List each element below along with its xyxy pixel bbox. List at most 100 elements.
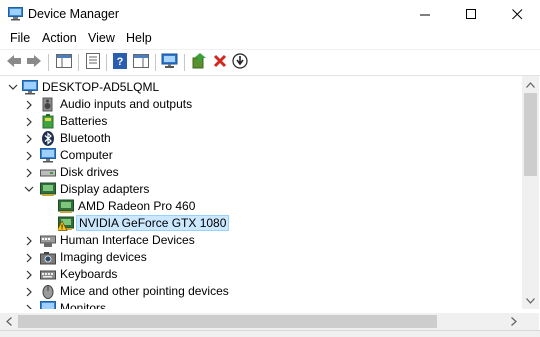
tree-item-display-adapters[interactable]: Display adapters (0, 181, 522, 198)
chevron-right-icon[interactable] (24, 234, 34, 247)
toolbar: ? (0, 49, 540, 76)
download-circle-icon (232, 52, 248, 72)
menu-file[interactable]: File (10, 31, 30, 45)
tree-item-computer[interactable]: Computer (0, 147, 522, 164)
tree-root-label: DESKTOP-AD5LQML (42, 80, 160, 94)
horizontal-scrollbar[interactable] (0, 313, 522, 330)
menu-view[interactable]: View (88, 31, 115, 45)
action-pane-icon (133, 53, 149, 71)
minimize-button[interactable] (402, 0, 448, 29)
monitor-icon (40, 301, 56, 309)
display-adapter-icon (40, 182, 56, 197)
window-title: Device Manager (28, 7, 120, 21)
maximize-button[interactable] (448, 0, 494, 29)
tree-item-mice[interactable]: Mice and other pointing devices (0, 283, 522, 300)
forward-button[interactable] (25, 53, 43, 71)
tree-item-label: Disk drives (60, 165, 119, 179)
uninstall-device-button[interactable] (211, 53, 229, 71)
hid-icon (40, 233, 56, 248)
tree-subitem-amd-radeon[interactable]: AMD Radeon Pro 460 (0, 198, 522, 215)
mouse-icon (40, 284, 56, 299)
chevron-right-icon[interactable] (24, 98, 34, 111)
computer-icon (22, 80, 38, 95)
tree-item-label: Batteries (60, 114, 108, 128)
chevron-right-icon[interactable] (24, 268, 34, 281)
tree-item-label: Computer (60, 148, 113, 162)
tree-subitem-label: NVIDIA GeForce GTX 1080 (76, 215, 230, 231)
close-button[interactable] (494, 0, 540, 29)
tree-item-label: Imaging devices (60, 250, 147, 264)
tree-item-monitors[interactable]: Monitors (0, 300, 522, 309)
scroll-right-arrow-icon[interactable] (505, 313, 522, 330)
display-adapter-warning-icon (56, 216, 74, 231)
show-hide-console-tree-button[interactable] (55, 53, 73, 71)
properties-button[interactable] (84, 52, 102, 71)
chevron-right-icon[interactable] (24, 132, 34, 145)
tree-item-batteries[interactable]: Batteries (0, 113, 522, 130)
tree-item-label: Monitors (60, 301, 107, 309)
battery-icon (40, 114, 56, 129)
scan-hardware-button[interactable] (161, 53, 179, 71)
camera-icon (40, 250, 56, 265)
back-arrow-icon (6, 54, 22, 71)
chevron-right-icon[interactable] (24, 285, 34, 298)
chevron-right-icon[interactable] (24, 149, 34, 162)
toolbar-separator (106, 54, 107, 71)
bluetooth-icon (40, 131, 56, 146)
keyboard-icon (40, 267, 56, 282)
console-tree-icon (56, 53, 72, 71)
chevron-right-icon[interactable] (24, 251, 34, 264)
tree-item-label: Human Interface Devices (60, 233, 195, 247)
scrollbar-corner (522, 313, 539, 330)
chevron-down-icon[interactable] (8, 81, 18, 94)
forward-arrow-icon (26, 54, 42, 71)
tree-item-bluetooth[interactable]: Bluetooth (0, 130, 522, 147)
scroll-down-arrow-icon[interactable] (522, 292, 539, 309)
device-tree[interactable]: DESKTOP-AD5LQML Audio inputs and outputs… (0, 76, 522, 309)
chevron-down-icon[interactable] (24, 183, 34, 196)
tree-item-label: Bluetooth (60, 131, 111, 145)
device-manager-icon (8, 7, 23, 21)
disk-drive-icon (40, 165, 56, 180)
scroll-left-arrow-icon[interactable] (0, 313, 17, 330)
tree-item-label: Display adapters (60, 182, 150, 196)
enable-device-button[interactable] (231, 52, 249, 72)
display-adapter-icon (58, 199, 74, 214)
tree-item-disk-drives[interactable]: Disk drives (0, 164, 522, 181)
tree-item-audio[interactable]: Audio inputs and outputs (0, 96, 522, 113)
tree-item-label: Keyboards (60, 267, 118, 281)
update-driver-icon (191, 52, 207, 72)
back-button[interactable] (5, 53, 23, 71)
chevron-right-icon[interactable] (24, 166, 34, 179)
menu-help[interactable]: Help (126, 31, 152, 45)
tree-subitem-nvidia-geforce[interactable]: NVIDIA GeForce GTX 1080 (0, 215, 522, 232)
update-driver-button[interactable] (190, 52, 208, 72)
toolbar-separator (78, 54, 79, 71)
device-manager-window: Device Manager File Action View Help ? D… (0, 0, 540, 337)
scroll-up-arrow-icon[interactable] (522, 76, 539, 93)
menu-bar: File Action View Help (0, 29, 540, 48)
tree-item-label: Mice and other pointing devices (60, 284, 229, 298)
vertical-scrollbar[interactable] (522, 76, 539, 309)
menu-action[interactable]: Action (42, 31, 77, 45)
scan-monitor-icon (161, 53, 179, 72)
help-book-icon: ? (113, 52, 127, 72)
vertical-scroll-thumb[interactable] (524, 93, 537, 176)
tree-item-keyboards[interactable]: Keyboards (0, 266, 522, 283)
action-pane-button[interactable] (132, 53, 150, 71)
svg-text:?: ? (117, 56, 124, 68)
tree-item-imaging[interactable]: Imaging devices (0, 249, 522, 266)
toolbar-separator (184, 54, 185, 71)
speaker-icon (40, 97, 56, 112)
toolbar-separator (48, 54, 49, 71)
tree-subitem-label: AMD Radeon Pro 460 (78, 199, 196, 213)
tree-item-label: Audio inputs and outputs (60, 97, 193, 111)
help-button[interactable]: ? (111, 52, 129, 72)
tree-root-computer[interactable]: DESKTOP-AD5LQML (0, 79, 522, 96)
toolbar-separator (155, 54, 156, 71)
chevron-right-icon[interactable] (24, 302, 34, 309)
chevron-right-icon[interactable] (24, 115, 34, 128)
remove-x-icon (213, 54, 227, 71)
tree-item-hid[interactable]: Human Interface Devices (0, 232, 522, 249)
horizontal-scroll-thumb[interactable] (18, 315, 437, 328)
